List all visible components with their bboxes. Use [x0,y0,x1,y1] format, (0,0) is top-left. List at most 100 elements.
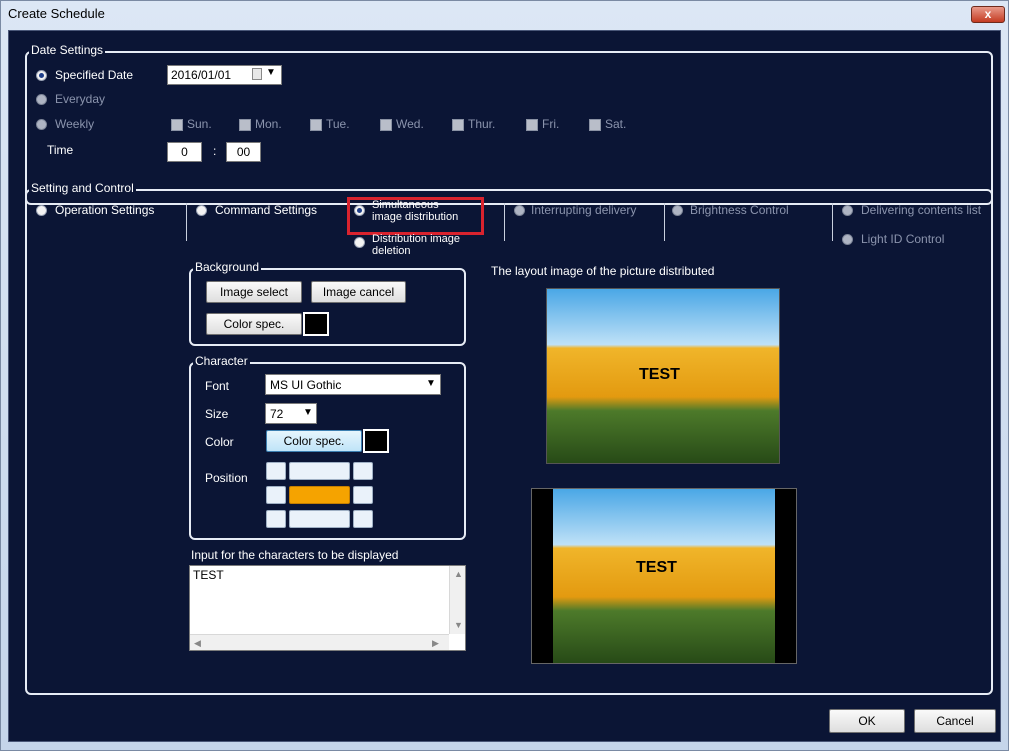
font-select[interactable]: MS UI Gothic ▼ [265,374,441,395]
character-label: Character [193,354,250,368]
distribution-deletion-radio[interactable] [354,237,365,248]
date-value: 2016/01/01 [171,68,232,82]
option-divider [664,203,665,241]
day-checkbox-mon[interactable] [239,119,251,131]
background-color-swatch[interactable] [303,312,329,336]
position-bottom-right[interactable] [353,510,373,528]
everyday-label: Everyday [55,92,106,106]
preview-overlay-text: TEST [636,559,677,576]
image-select-button[interactable]: Image select [206,281,302,303]
close-icon: x [984,7,992,21]
day-checkbox-fri[interactable] [526,119,538,131]
character-color-swatch[interactable] [363,429,389,453]
input-label: Input for the characters to be displayed [191,548,399,562]
size-value: 72 [270,407,284,421]
simultaneous-label-line2: image distribution [372,211,459,223]
day-label-tue: Tue. [326,117,350,131]
position-top-left[interactable] [266,462,286,480]
calendar-icon[interactable] [252,68,262,80]
scroll-right-icon[interactable]: ▶ [432,638,439,649]
dialog-body: Date Settings Specified Date 2016/01/01 … [8,30,1001,742]
character-color-spec-button[interactable]: Color spec. [266,430,362,452]
day-checkbox-wed[interactable] [380,119,392,131]
light-id-radio[interactable] [842,234,853,245]
chevron-down-icon: ▼ [426,378,436,389]
day-checkbox-sun[interactable] [171,119,183,131]
interrupting-delivery-label: Interrupting delivery [531,203,637,217]
day-label-wed: Wed. [396,117,424,131]
font-label: Font [205,379,230,393]
simultaneous-label-line1: Simultaneous [372,199,439,211]
cancel-button[interactable]: Cancel [914,709,996,733]
day-label-thur: Thur. [468,117,496,131]
scroll-left-icon[interactable]: ◀ [194,638,201,649]
close-button[interactable]: x [971,6,1005,23]
day-label-mon: Mon. [255,117,282,131]
preview-label: The layout image of the picture distribu… [491,264,715,278]
interrupting-delivery-radio[interactable] [514,205,525,216]
option-divider [832,203,833,241]
position-middle-left[interactable] [266,486,286,504]
deletion-label-line1: Distribution image [372,233,461,245]
command-settings-radio[interactable] [196,205,207,216]
light-id-label: Light ID Control [861,232,945,246]
background-color-spec-button[interactable]: Color spec. [206,313,302,335]
brightness-control-label: Brightness Control [690,203,789,217]
weekly-radio[interactable] [36,119,47,130]
date-settings-label: Date Settings [29,43,106,57]
setting-control-label: Setting and Control [29,181,136,195]
position-bottom-left[interactable] [266,510,286,528]
scroll-up-icon[interactable]: ▲ [454,569,463,579]
background-label: Background [193,260,262,274]
font-value: MS UI Gothic [270,378,342,392]
vertical-scrollbar[interactable]: ▲ ▼ [449,566,465,634]
option-divider [504,203,505,241]
minute-field[interactable]: 00 [226,142,261,162]
day-label-sun: Sun. [187,117,212,131]
window-title: Create Schedule [8,6,105,21]
day-checkbox-thur[interactable] [452,119,464,131]
day-checkbox-sat[interactable] [589,119,601,131]
horizontal-scrollbar[interactable]: ◀ ▶ [190,634,449,650]
position-top-center[interactable] [289,462,350,480]
day-checkbox-tue[interactable] [310,119,322,131]
position-label: Position [205,471,248,485]
brightness-control-radio[interactable] [672,205,683,216]
weekly-label: Weekly [55,117,95,131]
hour-field[interactable]: 0 [167,142,202,162]
time-label: Time [47,143,74,157]
delivering-contents-radio[interactable] [842,205,853,216]
characters-input[interactable]: TEST ▲ ▼ ◀ ▶ [189,565,466,651]
time-separator: : [213,144,217,158]
preview-screen-bottom: TEST [531,488,797,664]
image-cancel-button[interactable]: Image cancel [311,281,406,303]
operation-settings-radio[interactable] [36,205,47,216]
command-settings-label: Command Settings [215,203,318,217]
date-picker[interactable]: 2016/01/01 ▼ [167,65,282,85]
position-middle-center[interactable] [289,486,350,504]
specified-date-radio[interactable] [36,70,47,81]
position-top-right[interactable] [353,462,373,480]
scroll-down-icon[interactable]: ▼ [454,620,463,630]
ok-button[interactable]: OK [829,709,905,733]
day-label-sat: Sat. [605,117,627,131]
preview-image-bottom: TEST [553,489,775,663]
chevron-down-icon: ▼ [303,407,313,418]
size-select[interactable]: 72 ▼ [265,403,317,424]
option-divider [186,203,187,241]
operation-settings-label: Operation Settings [55,203,155,217]
chevron-down-icon[interactable]: ▼ [266,67,276,78]
color-label: Color [205,435,234,449]
preview-image-top: TEST [546,288,780,464]
title-bar: Create Schedule x [0,0,1009,28]
preview-overlay-text: TEST [639,366,680,383]
characters-input-value: TEST [193,568,224,582]
deletion-label-line2: deletion [372,245,411,257]
delivering-contents-label: Delivering contents list [861,203,982,217]
day-label-fri: Fri. [542,117,560,131]
position-middle-right[interactable] [353,486,373,504]
simultaneous-distribution-radio[interactable] [354,205,365,216]
everyday-radio[interactable] [36,94,47,105]
size-label: Size [205,407,229,421]
position-bottom-center[interactable] [289,510,350,528]
